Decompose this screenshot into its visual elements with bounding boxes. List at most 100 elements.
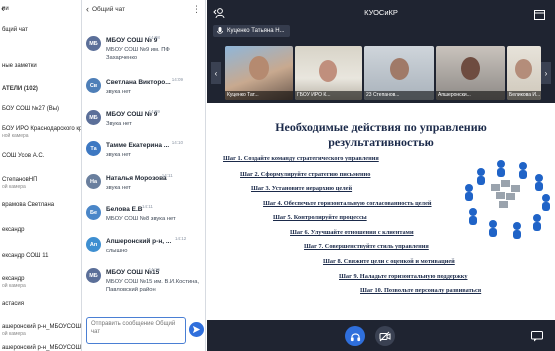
message-text: МБОУ СОШ №15 им. В.И.Костина, Павловский… [106,279,200,293]
message-text: слышно [106,248,128,254]
video-tile-caption: ГБОУ ИРО К... [295,91,362,100]
conference-area: КУОСиКР Куценко Татьяна Н... ‹ › Куценко… [207,0,555,351]
video-tile-caption: 23 Степанов... [364,91,434,100]
video-tile[interactable]: 23 Степанов... [364,46,434,100]
video-tile-caption: Апшеронски... [436,91,505,100]
message-text: звука нет [106,152,131,158]
camera-off-icon [379,331,391,341]
participant-row[interactable]: бщий чат [0,26,81,34]
participant-name: ии [2,6,9,12]
chat-input-box[interactable] [86,317,186,344]
message-time: 14:15 [148,267,160,272]
conference-title: КУОСиКР [364,8,398,17]
participant-row[interactable]: врамова Светлана [0,201,81,209]
more-menu-icon[interactable]: ⋮ [192,4,201,15]
participant-row[interactable]: астасия [0,300,81,308]
message-text: звука нет [106,185,131,191]
participant-row[interactable]: ександр ой камера [0,275,81,290]
participants-panel: ‹ ии бщий чат ные заметки АТЕЛИ (102) БОУ СО… [0,0,82,351]
participant-name: бщий чат [2,27,28,33]
video-tile[interactable]: ГБОУ ИРО К... [295,46,362,100]
participant-row[interactable]: ександр СОШ 11 [0,252,81,260]
message-time: 14:10 [171,140,183,145]
message-text: МБОУ СОШ №9 им. ПФ Захарченко [106,47,170,61]
video-tile[interactable]: Апшеронски... [436,46,505,100]
chat-header: ‹ Общий чат ⋮ [82,0,205,18]
message-sender: Белова Е.В [106,206,143,213]
active-speaker-name: Куценко Татьяна Н... [227,28,285,34]
message-text: Звука нет [106,121,132,127]
participant-name: СОШ Усов А.С. [2,153,45,159]
participant-name: СтепановНП [2,177,38,183]
slide-title-line-1: Необходимые действия по управлению [275,120,487,134]
message-sender: Апшеронский р-н, ... [106,238,172,245]
participant-name: БОУ СОШ №27 (Вы) [2,106,60,112]
participant-name: ександр СОШ 11 [2,253,49,259]
avatar: Св [86,78,101,93]
participant-name: БОУ ИРО Краснодарского края [2,126,82,132]
conference-controls [207,320,555,351]
slide-step: Шаг 8. Свяжите цели с оценкой и мотиваци… [323,258,455,265]
participant-row[interactable]: ные заметки [0,62,81,70]
participant-status: ой камера [2,184,26,190]
slide-step: Шаг 9. Наладьте горизонтальную поддержку [339,273,468,280]
send-icon [192,325,201,334]
participant-row[interactable]: ашеронский р-н_МБОУСОШ...ой камера [0,323,81,338]
conference-top-bar: КУОСиКР [207,0,555,26]
video-tile[interactable]: Куценко Тат... [225,46,293,100]
chat-title: Общий чат [92,5,126,13]
message-sender: Тамме Екатерина ... [106,142,170,149]
slide-step: Шаг 7. Совершенствуйте стиль управления [304,243,429,250]
message-time: 14:11 [161,173,173,178]
slide-step: Шаг 5. Контролируйте процессы [273,214,367,221]
message-time: 14:09 [148,109,160,114]
participant-name: ные заметки [2,63,37,69]
message-sender: Наталья Морозова [106,175,167,182]
message-time: 14:11 [142,204,153,209]
participant-name: ашеронский р-н_МБОУСОШ... [2,345,82,351]
participant-status: ной камера [2,133,29,139]
back-arrow-icon[interactable]: ‹ [86,4,89,14]
slide-title-line-2: результативностью [328,135,434,149]
message-sender: Светлана Викторо... [106,79,171,86]
participant-status: ой камера [2,283,26,289]
window-icon[interactable] [534,7,545,25]
camera-off-button[interactable] [375,326,395,346]
participant-row[interactable]: ашеронский р-н_МБОУСОШ...ой камера [0,344,82,351]
app-window: ‹ ии бщий чат ные заметки АТЕЛИ (102) БОУ СО… [0,0,555,351]
slide-step: Шаг 1. Создайте команду стратегического … [223,155,379,162]
message-time: 14:08 [148,35,160,40]
avatar: МБ [86,268,101,283]
participant-name: ександр [2,227,25,233]
participant-row[interactable]: СтепановНП ой камера [0,176,81,191]
video-tile-caption: Беликова И... [507,91,541,100]
slide-step: Шаг 3. Установите иерархию целей [251,185,353,192]
headset-icon [350,332,360,341]
slide-step: Шаг 4. Обеспечьте горизонтальную согласо… [263,200,432,207]
video-tiles: Куценко Тат... ГБОУ ИРО К... 23 Степанов… [207,46,555,100]
chat-message-input[interactable] [91,320,181,341]
participant-row[interactable]: БОУ ИРО Краснодарского края ной камера [0,125,82,140]
participant-row[interactable]: БОУ СОШ №27 (Вы) [0,105,81,113]
avatar: Бе [86,205,101,220]
participant-row[interactable]: ии [0,5,81,13]
message-time: 14:12 [175,236,187,241]
participant-name: астасия [2,301,24,307]
chat-bubble-icon [531,330,543,341]
headset-button[interactable] [345,326,365,346]
avatar: Та [86,141,101,156]
participant-name: ександр [2,276,25,282]
presentation-slide: Необходимые действия по управлению резул… [207,103,555,320]
avatar: Ап [86,237,101,252]
avatar: На [86,174,101,189]
send-button[interactable] [189,322,204,337]
participant-row[interactable]: СОШ Усов А.С. [0,152,81,160]
participants-section-header[interactable]: АТЕЛИ (102) [0,85,81,93]
avatar: МБ [86,110,101,125]
participant-status: ой камера [2,331,26,337]
video-tile[interactable]: Беликова И... [507,46,541,100]
slide-step: Шаг 2. Сформулируйте стратегию письменно [240,171,371,178]
chat-toggle-button[interactable] [527,326,547,346]
participant-row[interactable]: ександр [0,226,81,234]
message-text: звука нет [106,89,131,95]
